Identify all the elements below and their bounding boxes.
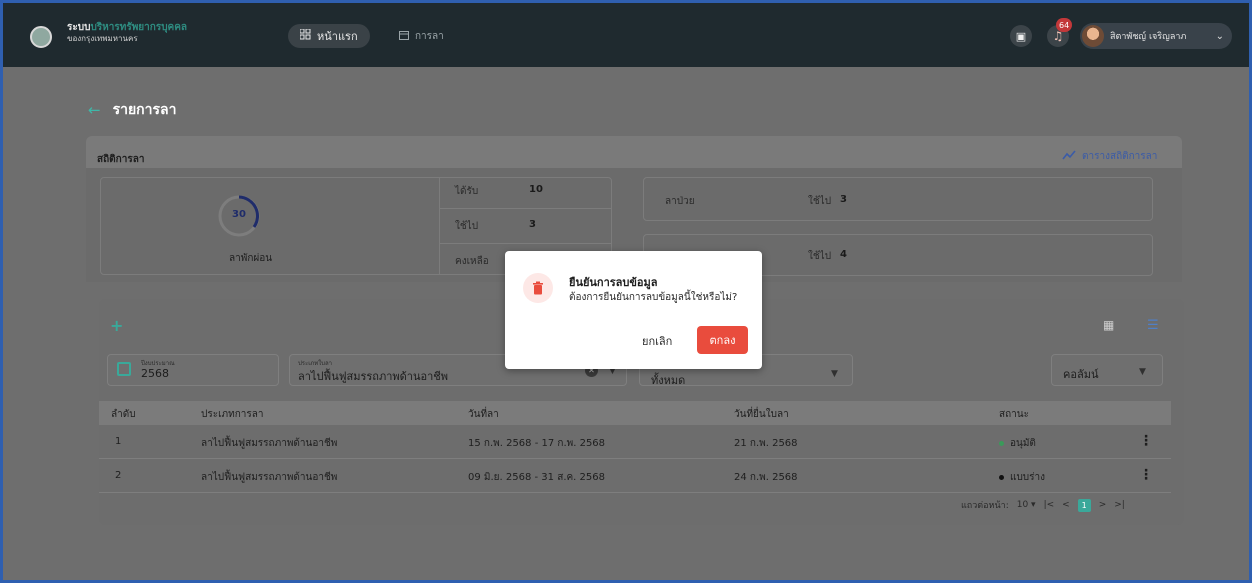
status-badge: อนุมัติ [1010, 438, 1036, 449]
notification-badge: 64 [1056, 18, 1073, 32]
manual-book-icon[interactable]: ▣ [1010, 25, 1032, 47]
app-frame: ระบบบริหารทรัพยากรบุคคล ของกรุงเทพมหานคร… [0, 0, 1252, 583]
annual-leave-total: 30 [232, 209, 246, 220]
trend-icon [1062, 150, 1076, 163]
row-status: อนุมัติ [999, 436, 1036, 451]
remaining-label: คงเหลือ [455, 256, 489, 267]
other-used-label: ใช้ไป [808, 251, 832, 262]
used-label: ใช้ไป [455, 221, 479, 232]
chevron-down-icon: ▼ [831, 369, 838, 379]
row-dates: 09 มิ.ย. 2568 - 31 ส.ค. 2568 [468, 472, 605, 483]
nav-leave-label: การลา [415, 31, 444, 42]
row-menu-icon[interactable]: ⋮ [1139, 467, 1153, 483]
logo-icon [30, 26, 52, 48]
first-page-icon[interactable]: |< [1044, 500, 1055, 510]
col-header-status: สถานะ [999, 409, 1029, 420]
row-type: ลาไปฟื้นฟูสมรรถภาพด้านอาชีพ [201, 438, 338, 449]
avatar [1082, 25, 1104, 47]
page-title: รายการลา [112, 102, 177, 118]
row-type: ลาไปฟื้นฟูสมรรถภาพด้านอาชีพ [201, 472, 338, 483]
row-dates: 15 ก.พ. 2568 - 17 ก.พ. 2568 [468, 438, 606, 449]
row-submitted: 24 ก.พ. 2568 [734, 472, 798, 483]
row-menu-icon[interactable]: ⋮ [1139, 433, 1153, 449]
col-header-dates: วันที่ลา [468, 409, 499, 420]
user-name: สิตาพัชญ์ เจริญลาภ [1110, 32, 1187, 42]
user-menu[interactable]: สิตาพัชญ์ เจริญลาภ ⌄ [1080, 23, 1232, 49]
sick-used-label: ใช้ไป [808, 196, 832, 207]
page-header: ← รายการลา [88, 99, 176, 121]
divider [440, 208, 612, 209]
stats-link-label: ตารางสถิติการลา [1082, 151, 1158, 162]
row-status: แบบร่าง [999, 470, 1045, 485]
confirm-button[interactable]: ตกลง [697, 326, 748, 354]
last-page-icon[interactable]: >| [1114, 500, 1125, 510]
add-leave-button[interactable]: + [110, 316, 123, 335]
brand-subtitle: ของกรุงเทพมหานคร [67, 34, 138, 43]
brand: ระบบบริหารทรัพยากรบุคคล ของกรุงเทพมหานคร [67, 23, 187, 43]
year-filter[interactable] [107, 354, 279, 386]
status-dot [999, 440, 1004, 446]
other-used-value: 4 [840, 249, 847, 260]
calendar-view-icon[interactable]: ▦ [1103, 318, 1114, 332]
received-label: ได้รับ [455, 186, 479, 197]
back-arrow-icon[interactable]: ← [88, 101, 101, 119]
nav-home-label: หน้าแรก [317, 30, 358, 43]
received-value: 10 [529, 184, 543, 195]
rows-per-page-label: แถวต่อหน้า: [961, 501, 1009, 511]
calendar-icon [399, 30, 409, 43]
sick-leave-label: ลาป่วย [665, 196, 695, 207]
stats-table-link[interactable]: ตารางสถิติการลา [1062, 149, 1157, 164]
divider [440, 243, 612, 244]
grid-icon [299, 28, 311, 43]
col-header-no: ลำดับ [111, 409, 136, 420]
status-dot [999, 474, 1004, 480]
calendar-icon [117, 362, 131, 376]
divider [439, 177, 440, 275]
dialog-message: ต้องการยืนยันการลบข้อมูลนี้ใช่หรือไม่? [569, 292, 738, 303]
year-filter-value: 2568 [141, 367, 169, 380]
used-value: 3 [529, 219, 536, 230]
columns-select-label: คอลัมน์ [1063, 368, 1099, 381]
status-filter-value: ทั้งหมด [651, 374, 686, 387]
stats-title: สถิติการลา [97, 154, 145, 165]
row-submitted: 21 ก.พ. 2568 [734, 438, 798, 449]
row-no: 1 [115, 436, 122, 447]
list-view-icon[interactable]: ☰ [1147, 318, 1159, 333]
col-header-submitted: วันที่ยื่นใบลา [734, 409, 789, 420]
trash-icon [523, 273, 553, 303]
status-badge: แบบร่าง [1010, 472, 1046, 483]
nav-home-button[interactable]: หน้าแรก [288, 24, 370, 48]
prev-page-icon[interactable]: < [1062, 500, 1070, 510]
sick-used-value: 3 [840, 194, 847, 205]
col-header-type: ประเภทการลา [201, 409, 264, 420]
rows-per-page-select[interactable]: 10 ▾ [1017, 500, 1036, 510]
type-filter-value: ลาไปฟื้นฟูสมรรถภาพด้านอาชีพ [298, 370, 448, 383]
chevron-down-icon: ▼ [1139, 367, 1146, 377]
chevron-down-icon: ⌄ [1215, 30, 1224, 42]
current-page[interactable]: 1 [1077, 498, 1091, 512]
dialog-title: ยืนยันการลบข้อมูล [569, 276, 658, 289]
pagination: แถวต่อหน้า: 10 ▾ |< < 1 > >| [961, 498, 1125, 512]
sick-leave-box [643, 177, 1153, 221]
brand-title: ระบบบริหารทรัพยากรบุคคล [67, 22, 188, 33]
nav-leave-link[interactable]: การลา [399, 29, 444, 44]
annual-leave-label: ลาพักผ่อน [229, 253, 273, 264]
cancel-button[interactable]: ยกเลิก [642, 332, 672, 350]
next-page-icon[interactable]: > [1099, 500, 1107, 510]
row-no: 2 [115, 470, 122, 481]
